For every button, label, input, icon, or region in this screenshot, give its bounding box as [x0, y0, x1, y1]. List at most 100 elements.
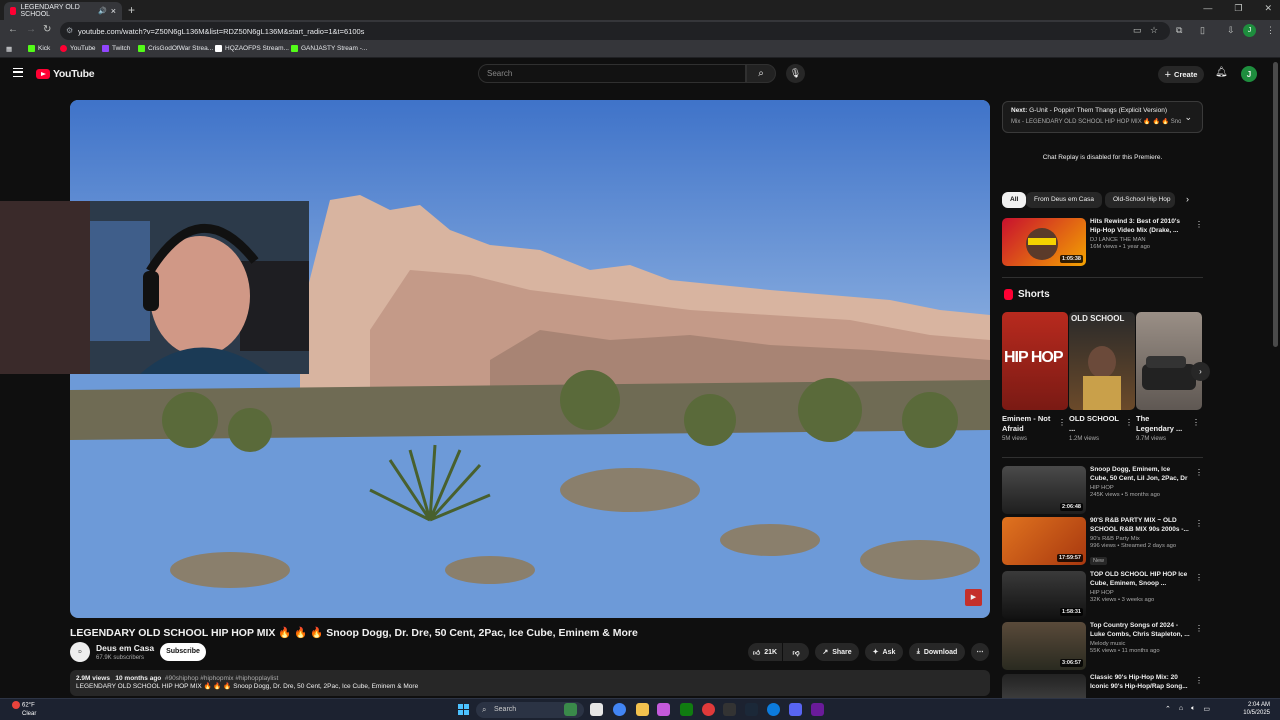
chip-all[interactable]: All: [1002, 192, 1027, 208]
windows-start-icon[interactable]: [458, 704, 469, 715]
maximize-icon[interactable]: ❐: [1234, 3, 1242, 14]
short-item[interactable]: HIP HOP Eminem - Not Afraid 5M views ⋮: [1002, 312, 1068, 442]
minimize-icon[interactable]: —: [1203, 3, 1212, 14]
chevron-down-icon[interactable]: ⌄: [1184, 112, 1192, 123]
bookmark-twitch[interactable]: Twitch: [102, 45, 130, 52]
extensions-icon[interactable]: ⧉: [1176, 25, 1182, 36]
network-icon[interactable]: ⌂: [1179, 705, 1183, 713]
account-avatar[interactable]: J: [1241, 66, 1257, 82]
file-explorer-icon[interactable]: [636, 703, 649, 716]
cast-icon[interactable]: ▭: [1133, 25, 1142, 36]
description-box[interactable]: 2.9M views 10 months ago #90shiphop #hip…: [70, 670, 990, 696]
notifications-bell-icon[interactable]: 🔔︎: [1215, 67, 1228, 78]
speaker-icon[interactable]: 🔊: [98, 7, 107, 15]
app-icon[interactable]: [657, 703, 670, 716]
video-thumbnail[interactable]: 2:06:48: [1002, 466, 1086, 514]
xbox-icon[interactable]: [680, 703, 693, 716]
share-button[interactable]: ↗ Share: [815, 643, 859, 661]
video-thumbnail[interactable]: 3:06:57: [1002, 622, 1086, 670]
apps-grid-icon[interactable]: ▦: [6, 45, 12, 53]
channel-watermark-icon[interactable]: ▶: [965, 589, 982, 606]
bookmark-kick[interactable]: Kick: [28, 45, 50, 52]
more-vertical-icon[interactable]: ⋮: [1058, 418, 1066, 427]
video-thumbnail[interactable]: 1:58:31: [1002, 571, 1086, 619]
forward-icon[interactable]: →: [26, 24, 36, 35]
chip-old-school-hip-hop[interactable]: Old-School Hip Hop: [1105, 192, 1175, 208]
menu-icon[interactable]: [13, 68, 23, 77]
chevron-right-icon[interactable]: ›: [1186, 194, 1189, 204]
hashtags[interactable]: #90shiphop #hiphopmix #hiphopplaylist: [165, 675, 278, 682]
edge-icon[interactable]: [767, 703, 780, 716]
kick-icon: [28, 45, 35, 52]
app-icon[interactable]: [811, 703, 824, 716]
back-icon[interactable]: ←: [8, 24, 18, 35]
new-tab-button[interactable]: +: [128, 3, 135, 17]
bookmark-hqzaofps[interactable]: HQZAOFPS Stream...: [215, 45, 289, 52]
more-vertical-icon[interactable]: ⋮: [1192, 418, 1200, 427]
downloads-icon[interactable]: ⇩: [1227, 25, 1235, 36]
search-button[interactable]: ⌕: [746, 64, 776, 83]
volume-icon[interactable]: 🔈︎: [1191, 705, 1195, 713]
discord-icon[interactable]: [789, 703, 802, 716]
epic-games-icon[interactable]: [723, 703, 736, 716]
chrome-icon[interactable]: [613, 703, 626, 716]
task-view-icon[interactable]: [590, 703, 603, 716]
reload-icon[interactable]: ↻: [43, 24, 51, 35]
shorts-next-button[interactable]: ›: [1191, 362, 1210, 381]
recommended-video[interactable]: 3:06:57 Top Country Songs of 2024 - Luke…: [1002, 622, 1203, 670]
bookmark-star-icon[interactable]: ☆: [1150, 25, 1158, 36]
chrome-menu-icon[interactable]: ⋮: [1266, 25, 1275, 36]
more-vertical-icon[interactable]: ⋮: [1195, 468, 1203, 477]
recommended-video[interactable]: Classic 90's Hip-Hop Mix: 20 Iconic 90's…: [1002, 674, 1203, 698]
chrome-profile-avatar[interactable]: J: [1243, 24, 1256, 37]
more-vertical-icon[interactable]: ⋮: [1195, 676, 1203, 685]
clock[interactable]: 2:04 AM 10/5/2025: [1243, 701, 1270, 717]
recommended-video[interactable]: 17:59:57 90'S R&B PARTY MIX ~ OLD SCHOOL…: [1002, 517, 1203, 565]
recommended-video[interactable]: 1:58:31 TOP OLD SCHOOL HIP HOP Ice Cube,…: [1002, 571, 1203, 619]
address-bar[interactable]: ⚙ youtube.com/watch?v=Z50N6gL136M&list=R…: [60, 22, 1170, 40]
video-thumbnail[interactable]: [1002, 674, 1086, 698]
more-vertical-icon[interactable]: ⋮: [1195, 573, 1203, 582]
app-icon[interactable]: [702, 703, 715, 716]
create-button[interactable]: + Create: [1158, 66, 1204, 83]
tab-active[interactable]: LEGENDARY OLD SCHOOL 🔊 ×: [4, 2, 122, 20]
app-icon[interactable]: [564, 703, 577, 716]
site-info-icon[interactable]: ⚙: [66, 26, 73, 35]
more-vertical-icon[interactable]: ⋮: [1195, 220, 1203, 229]
subscribe-button[interactable]: Subscribe: [160, 643, 206, 661]
more-vertical-icon[interactable]: ⋮: [1125, 418, 1133, 427]
page-scrollbar[interactable]: [1273, 62, 1278, 347]
video-thumbnail[interactable]: 17:59:57: [1002, 517, 1086, 565]
short-thumbnail[interactable]: OLD SCHOOL: [1069, 312, 1135, 410]
channel-name[interactable]: Deus em Casa: [96, 643, 154, 653]
video-thumbnail[interactable]: 1:05:38: [1002, 218, 1086, 266]
battery-icon[interactable]: ▭: [1203, 705, 1210, 713]
bookmark-ganjasty[interactable]: GANJASTY Stream -...: [291, 45, 367, 52]
more-actions-button[interactable]: ⋯: [971, 643, 989, 661]
ask-button[interactable]: ✦ Ask: [865, 643, 903, 661]
up-next-box[interactable]: Next: G-Unit - Poppin' Them Thangs (Expl…: [1002, 101, 1203, 133]
bookmark-crisgodofwar[interactable]: CrisGodOfWar Strea...: [138, 45, 213, 52]
chip-from-channel[interactable]: From Deus em Casa: [1026, 192, 1102, 208]
bookmark-youtube[interactable]: YouTube: [60, 45, 96, 52]
chevron-up-icon[interactable]: ⌃: [1165, 705, 1171, 713]
close-window-icon[interactable]: ✕: [1264, 3, 1272, 14]
short-thumbnail[interactable]: [1136, 312, 1202, 410]
download-button[interactable]: ⤓ Download: [909, 643, 965, 661]
recommended-video[interactable]: 1:05:38 Hits Rewind 3: Best of 2010's Hi…: [1002, 218, 1203, 266]
more-vertical-icon[interactable]: ⋮: [1195, 624, 1203, 633]
youtube-logo[interactable]: YouTube: [36, 68, 95, 80]
voice-search-button[interactable]: 🎙: [786, 64, 805, 83]
weather-widget[interactable]: 62°F Clear: [12, 701, 36, 718]
steam-icon[interactable]: [745, 703, 758, 716]
search-input[interactable]: Search: [478, 64, 746, 83]
sidepanel-icon[interactable]: ▯: [1200, 25, 1205, 36]
recommended-video[interactable]: 2:06:48 Snoop Dogg, Eminem, Ice Cube, 50…: [1002, 466, 1203, 514]
short-thumbnail[interactable]: HIP HOP: [1002, 312, 1068, 410]
channel-avatar[interactable]: D: [70, 642, 90, 662]
dislike-button[interactable]: 👎︎: [783, 643, 809, 661]
short-item[interactable]: OLD SCHOOL OLD SCHOOL ... 1.2M views ⋮: [1069, 312, 1135, 442]
more-vertical-icon[interactable]: ⋮: [1195, 519, 1203, 528]
like-button[interactable]: 👍︎ 21K: [748, 643, 782, 661]
tab-close-icon[interactable]: ×: [111, 6, 116, 16]
